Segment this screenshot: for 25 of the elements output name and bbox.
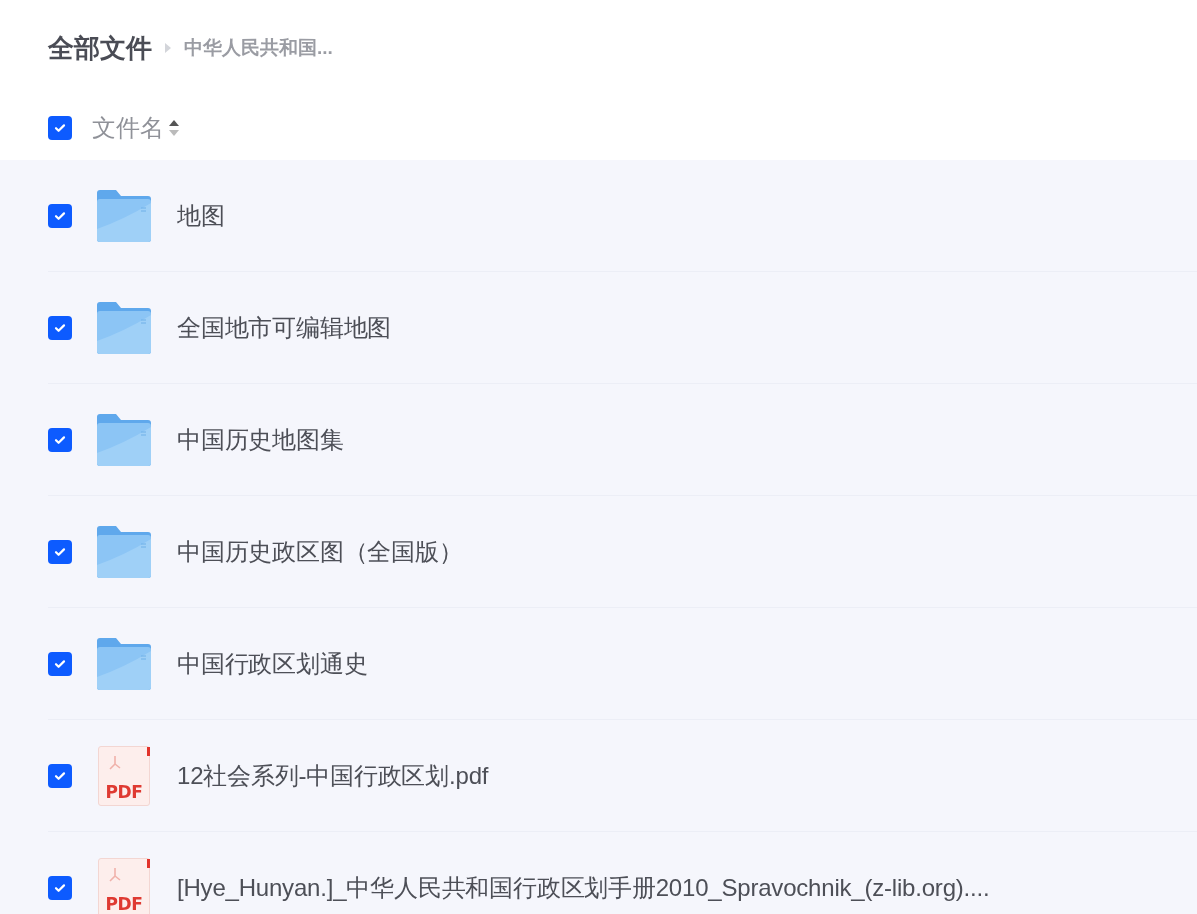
pdf-file-icon: PDF: [98, 857, 150, 914]
file-name[interactable]: 全国地市可编辑地图: [177, 309, 392, 346]
file-name[interactable]: 中国历史地图集: [177, 421, 344, 458]
folder-icon: [95, 188, 153, 243]
caret-icon: [164, 43, 172, 53]
checkbox[interactable]: [48, 315, 72, 340]
folder-icon: [95, 524, 153, 579]
checkbox[interactable]: [48, 651, 72, 676]
checkbox[interactable]: [48, 203, 72, 228]
checkbox[interactable]: [48, 763, 72, 788]
folder-icon: [95, 636, 153, 691]
file-name[interactable]: [Hye_Hunyan.]_中华人民共和国行政区划手册2010_Spravochnik_(z-lib.org)....: [177, 869, 990, 906]
file-name[interactable]: 中国历史政区图（全国版）: [177, 533, 463, 570]
breadcrumb-root[interactable]: 全部文件: [48, 28, 152, 68]
pdf-file-icon: PDF: [98, 745, 150, 806]
checkbox[interactable]: [48, 116, 72, 140]
checkbox[interactable]: [48, 427, 72, 452]
check-icon: [53, 121, 67, 135]
folder-icon: [95, 412, 153, 467]
checkbox[interactable]: [48, 539, 72, 564]
file-name[interactable]: 地图: [177, 197, 225, 234]
file-name[interactable]: 12社会系列-中国行政区划.pdf: [177, 757, 489, 794]
folder-icon: [95, 300, 153, 355]
file-name[interactable]: 中国行政区划通史: [177, 645, 368, 682]
checkbox[interactable]: [48, 875, 72, 900]
